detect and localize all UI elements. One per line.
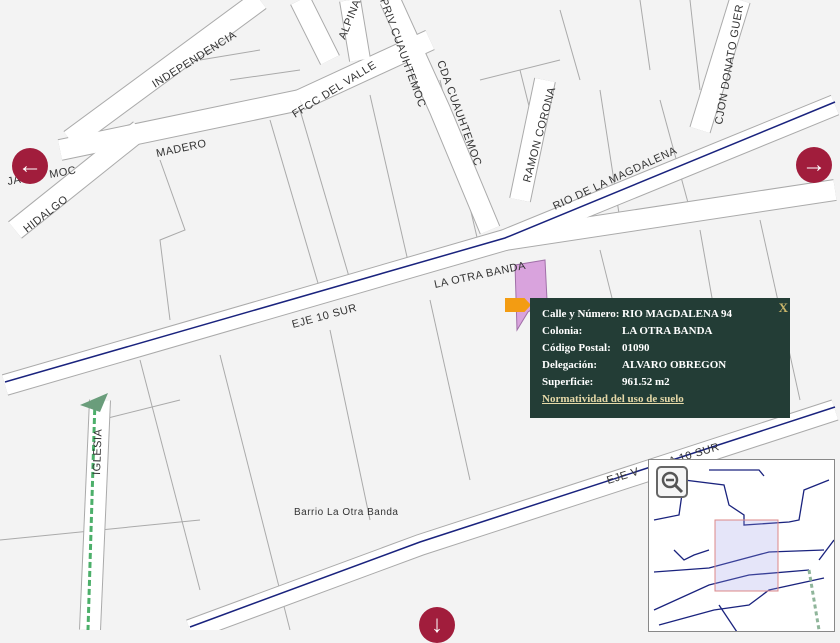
info-value: 961.52 m2 [622, 376, 670, 388]
arrow-right-icon: → [802, 151, 826, 178]
info-label: Colonia: [542, 325, 583, 337]
info-value: LA OTRA BANDA [622, 325, 713, 337]
arrow-left-icon: ← [18, 152, 42, 179]
overview-map[interactable] [648, 459, 835, 632]
land-use-link[interactable]: Normatividad del uso de suelo [542, 393, 684, 405]
pan-down-button[interactable]: ↓ [419, 607, 455, 643]
magnifier-minus-icon [661, 471, 684, 494]
info-row: Colonia: LA OTRA BANDA [542, 325, 790, 342]
arrow-down-icon: ↓ [431, 611, 443, 638]
zoom-out-button[interactable] [656, 466, 688, 498]
pan-left-button[interactable]: ← [12, 148, 48, 184]
info-popup: X Calle y Número: RIO MAGDALENA 94 Coloni… [530, 298, 790, 418]
info-row: Código Postal: 01090 [542, 342, 790, 359]
close-popup-button[interactable]: X [779, 300, 788, 316]
info-value: ALVARO OBREGON [622, 359, 727, 371]
info-label: Delegación: [542, 359, 597, 371]
info-value: RIO MAGDALENA 94 [622, 308, 733, 320]
info-row: Superficie: 961.52 m2 [542, 376, 790, 393]
info-value: 01090 [622, 342, 650, 354]
info-label: Superficie: [542, 376, 594, 388]
pan-right-button[interactable]: → [796, 147, 832, 183]
info-label: Código Postal: [542, 342, 611, 354]
info-row: Calle y Número: RIO MAGDALENA 94 [542, 308, 790, 325]
info-label: Calle y Número: [542, 308, 620, 320]
neighborhood-label: Barrio La Otra Banda [294, 507, 399, 518]
info-row: Delegación: ALVARO OBREGON [542, 359, 790, 376]
street-label: IGLESIA [91, 428, 105, 475]
